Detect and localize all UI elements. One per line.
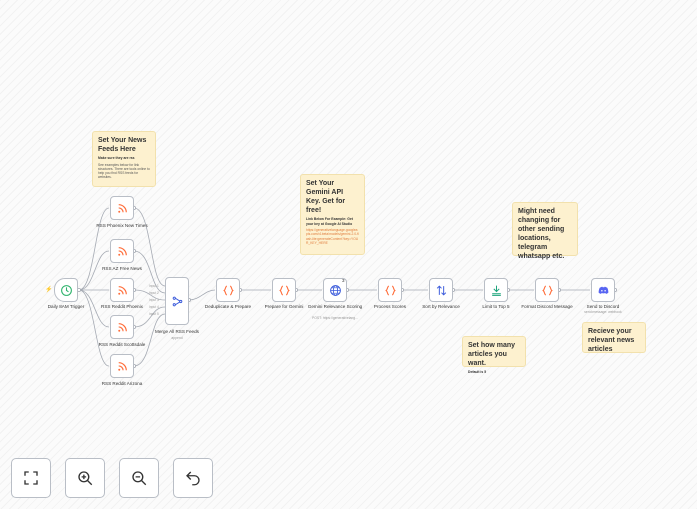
node-gemini-sub: POST: https://generativelang... — [312, 316, 358, 320]
node-merge-sub: append — [171, 336, 183, 340]
note-feeds[interactable]: Set Your News Feeds Here Make sure they … — [92, 131, 156, 187]
node-rss-reddit-phoenix[interactable] — [110, 278, 134, 302]
node-format[interactable] — [535, 278, 559, 302]
node-limit[interactable] — [484, 278, 508, 302]
node-process-scores[interactable] — [378, 278, 402, 302]
sort-arrows-icon — [436, 284, 446, 296]
rss-icon — [117, 285, 127, 295]
merge-input-2: Input 2 — [149, 291, 159, 295]
note-articles-title: Set how many articles you want. — [468, 342, 516, 367]
discord-icon — [598, 286, 608, 294]
code-braces-icon — [278, 285, 290, 295]
fit-view-icon — [24, 471, 38, 485]
note-feeds-body: See examples below for link structures. … — [98, 162, 150, 180]
node-trigger[interactable] — [54, 278, 78, 302]
trigger-bolt-icon: ⚡ — [45, 287, 53, 293]
note-gemini-link[interactable]: https://generativelanguage.googleapis.co… — [306, 228, 359, 245]
note-gemini[interactable]: Set Your Gemini API Key. Get for free! L… — [300, 174, 365, 255]
note-articles-bold: Default is 5 — [468, 370, 487, 374]
zoom-in-icon — [78, 471, 93, 486]
rss-icon — [117, 203, 127, 213]
note-sending-title: Might need changing for other sending lo… — [518, 208, 565, 260]
merge-input-1: Input 1 — [149, 284, 159, 288]
note-recieve-title: Recieve your relevant news articles — [588, 328, 635, 353]
zoom-in-button[interactable] — [65, 458, 105, 498]
note-feeds-title: Set Your News Feeds Here — [98, 137, 147, 153]
rss-icon — [117, 322, 127, 332]
merge-input-5: Input 5 — [149, 312, 159, 316]
zoom-out-icon — [132, 471, 147, 486]
node-rss4-label: RSS Reddit Scottsdale — [98, 342, 146, 347]
zoom-out-button[interactable] — [119, 458, 159, 498]
merge-icon — [172, 296, 182, 306]
note-sending[interactable]: Might need changing for other sending lo… — [512, 202, 578, 260]
rss-icon — [117, 246, 127, 256]
undo-icon — [186, 471, 200, 486]
merge-input-3: Input 3 — [149, 298, 159, 302]
node-gemini-badge: 3 — [342, 278, 345, 283]
node-rss-az-free-news[interactable] — [110, 239, 134, 263]
limit-icon — [491, 285, 501, 296]
node-discord-sub: send:message: webhook — [584, 310, 622, 314]
node-rss-reddit-scottsdale[interactable] — [110, 315, 134, 339]
note-gemini-title: Set Your Gemini API Key. Get for free! — [306, 180, 346, 214]
node-prepare[interactable] — [272, 278, 296, 302]
node-discord-label: Send to Discord — [586, 304, 620, 309]
code-braces-icon — [384, 285, 396, 295]
globe-icon — [329, 284, 341, 296]
note-recieve[interactable]: Recieve your relevant news articles — [582, 322, 646, 353]
node-rss2-label: RSS AZ Free News — [102, 266, 142, 271]
note-gemini-bold: Link Below For Example: Get your key at … — [306, 217, 353, 226]
code-braces-icon — [541, 285, 553, 295]
node-merge-label: Merge All RSS Feeds — [155, 329, 199, 334]
node-merge[interactable] — [165, 277, 189, 325]
note-feeds-bold: Make sure they are rss — [98, 156, 135, 160]
node-rss1-label: RSS Phoenix New Times — [96, 223, 148, 228]
node-rss3-label: RSS Reddit Phoenix — [101, 304, 143, 309]
fit-view-button[interactable] — [11, 458, 51, 498]
node-rss-reddit-arizona[interactable] — [110, 354, 134, 378]
undo-button[interactable] — [173, 458, 213, 498]
code-braces-icon — [222, 285, 234, 295]
rss-icon — [117, 361, 127, 371]
node-discord[interactable] — [591, 278, 615, 302]
node-rss-phoenix-new-times[interactable] — [110, 196, 134, 220]
note-articles[interactable]: Set how many articles you want. Default … — [462, 336, 526, 374]
node-sort[interactable] — [429, 278, 453, 302]
clock-icon — [60, 284, 72, 296]
node-deduplicate[interactable] — [216, 278, 240, 302]
node-rss5-label: RSS Reddit Arizona — [101, 381, 143, 386]
